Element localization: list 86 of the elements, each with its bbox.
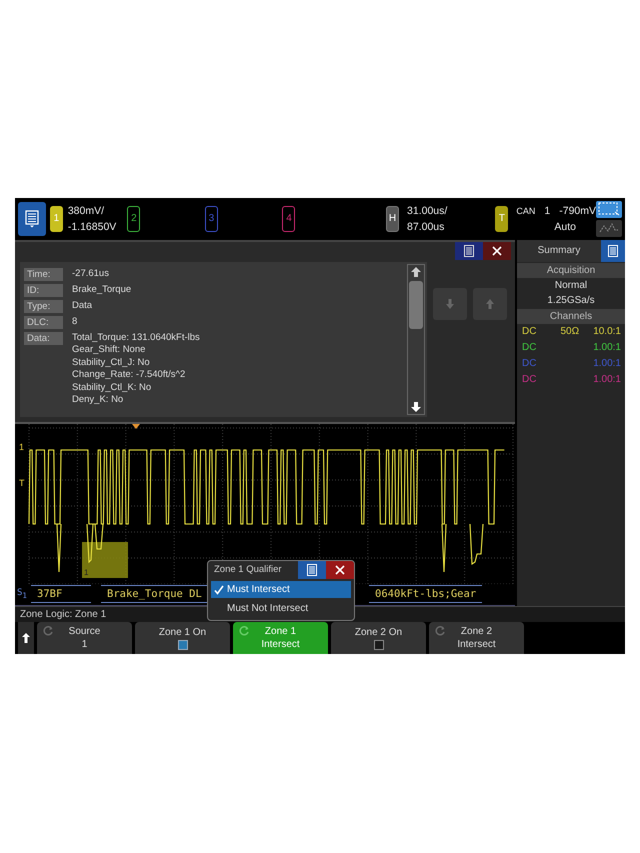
selection-icon [598,202,620,216]
field-label: Type: [24,300,63,313]
scroll-thumb[interactable] [409,280,423,329]
previous-button[interactable] [473,288,507,320]
down-arrow-icon [445,298,455,310]
vertical-scale: 380mV/ [68,204,106,217]
menu-button[interactable] [18,202,46,236]
field-value: Gear_Shift: None [72,344,146,357]
acquisition-mode: Normal [554,278,588,293]
check-icon [214,584,224,594]
field-value: -27.61us [72,268,109,281]
channel-marker[interactable]: 1 [19,442,24,452]
probe-ratio: 10.0:1 [593,324,621,339]
field-value: Stability_Ctl_K: No [72,382,152,394]
field-value: Brake_Torque [72,284,132,297]
checkbox[interactable] [178,640,188,650]
close-icon [335,565,345,575]
bus-packet: 0640kFt-lbs;Gear [369,585,482,604]
probe-ratio: 1.00:1 [593,340,621,355]
close-icon [492,246,502,256]
channel-badge[interactable]: 4 [282,206,296,232]
coupling: DC [522,324,538,339]
up-arrow-icon [22,633,30,644]
field-value: Data [72,300,92,313]
softkey[interactable]: Zone 2 On [331,622,426,654]
time-delay: 87.00us [407,220,446,233]
close-button[interactable] [326,561,354,579]
rotate-icon [42,625,54,638]
summary-tab[interactable]: Summary [517,240,601,262]
rotate-icon [434,625,446,638]
zone-box[interactable] [82,542,128,578]
menu-icon [608,244,618,257]
probe-ratio: 1.00:1 [593,372,621,387]
trigger-mode: Auto [554,220,577,233]
field-value: 8 [72,316,78,329]
bus-label: S$_{1}$ [16,588,28,600]
next-button[interactable] [433,288,467,320]
trigger-marker[interactable]: T [19,478,24,488]
rotate-icon [238,625,250,638]
channel-badge[interactable]: 2 [127,206,140,232]
coupling: DC [522,356,538,371]
menu-button[interactable] [455,242,483,260]
field-value: Deny_K: No [72,394,124,407]
coupling: DC [522,340,538,355]
menu-icon [307,564,317,576]
section-header: Channels [517,308,625,324]
softkey[interactable]: Zone 2 Intersect [429,622,524,654]
menu-button[interactable] [298,561,326,579]
softkey[interactable]: Zone 1 On [135,622,230,654]
field-value: Stability_Ctl_J: No [72,356,151,370]
field-value: Change_Rate: -7.540ft/s^2 [72,369,186,382]
menu-button[interactable] [601,240,625,262]
trigger-type: CAN [516,206,536,216]
trigger-level: -790mV [559,204,596,217]
trigger-source: 1 [544,204,550,217]
back-button[interactable] [18,622,34,654]
status-text: Zone Logic: Zone 1 [19,608,106,620]
field-label: ID: [24,284,63,297]
impedance: 50Ω [560,324,580,339]
up-arrow-icon [485,298,495,310]
vertical-offset: -1.16850V [68,220,116,233]
field-value: Total_Torque: 131.0640kFt-lbs [72,332,200,344]
section-header: Acquisition [517,262,625,278]
horizontal-badge[interactable]: H [386,206,400,232]
close-button[interactable] [483,242,511,260]
waveform-icon [599,222,620,234]
scroll-down-icon[interactable] [409,400,423,414]
field-label: Time: [24,268,63,281]
sample-rate: 1.25GSa/s [546,294,596,308]
zoom-button[interactable] [596,200,622,218]
scrollbar[interactable] [407,264,425,415]
menu-option[interactable]: Must Intersect [211,581,351,598]
coupling: DC [522,372,538,387]
waveform-button[interactable] [596,220,622,237]
field-label: DLC: [24,316,63,329]
menu-icon [24,210,39,228]
softkey[interactable]: Source 1 [37,622,132,654]
probe-ratio: 1.00:1 [593,356,621,371]
field-label: Data: [24,332,63,345]
menu-icon [464,244,474,257]
zone-label: 1 [84,568,88,577]
bus-packet: 37BF [31,585,91,604]
popup-title: Zone 1 Qualifier [213,563,283,577]
time-scale: 31.00us/ [407,204,448,217]
checkbox[interactable] [374,640,384,650]
scroll-up-icon[interactable] [409,264,423,279]
